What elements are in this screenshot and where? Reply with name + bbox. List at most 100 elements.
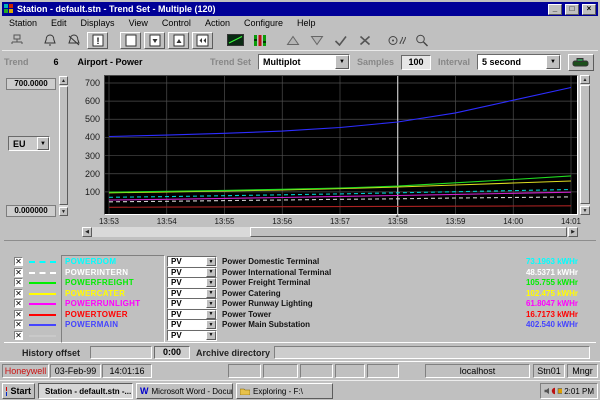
pen-checkbox[interactable]: ✕	[14, 331, 23, 340]
chevron-down-icon[interactable]: ▼	[206, 268, 216, 277]
search-button[interactable]	[411, 32, 432, 49]
menu-item-displays[interactable]: Displays	[74, 18, 122, 28]
screen: Station - default.stn - Trend Set - Mult…	[0, 0, 600, 400]
scroll-right-button[interactable]: ▶	[568, 227, 578, 237]
range-scrollbar[interactable]: ▲ ▼	[59, 76, 68, 216]
parameter-select[interactable]: PV ▼	[167, 277, 217, 288]
interval-select[interactable]: 5 second ▼	[477, 54, 561, 70]
table-row: ✕ POWERTOWER PV▼ Power Tower 16.7173 kWH…	[0, 310, 600, 320]
chevron-down-icon[interactable]: ▼	[206, 257, 216, 266]
pen-checkbox[interactable]: ✕	[14, 299, 23, 308]
chevron-down-icon[interactable]: ▼	[37, 137, 49, 150]
menu-item-action[interactable]: Action	[198, 18, 237, 28]
accept-button[interactable]	[330, 32, 351, 49]
status-cell-empty	[335, 364, 365, 378]
chevron-down-icon[interactable]: ▼	[206, 320, 216, 329]
scrollbar-thumb[interactable]	[580, 85, 590, 204]
chevron-down-icon[interactable]: ▼	[206, 278, 216, 287]
taskbar-task-station[interactable]: Station - default.stn -...	[38, 383, 133, 399]
history-offset-value[interactable]: 0:00	[154, 346, 190, 359]
point-id-text[interactable]: POWERTOWER	[65, 310, 128, 319]
pen-checkbox[interactable]: ✕	[14, 278, 23, 287]
console-button[interactable]	[387, 32, 408, 49]
range-min-field[interactable]: 0.000000	[6, 205, 56, 217]
maximize-button[interactable]: □	[565, 4, 579, 15]
point-id-text[interactable]: POWERCATER	[65, 289, 125, 298]
chart-plot[interactable]	[105, 76, 577, 214]
network-button[interactable]	[6, 32, 27, 49]
alarm-silence-button[interactable]	[63, 32, 84, 49]
close-button[interactable]: ×	[582, 4, 596, 15]
pen-sample	[29, 303, 56, 305]
trend-tool-icon	[572, 57, 591, 68]
point-id-text[interactable]: POWERDOM	[65, 257, 116, 266]
chart-horizontal-scrollbar[interactable]: ◀ ▶	[82, 227, 578, 237]
cancel-button[interactable]	[354, 32, 375, 49]
parameter-select[interactable]: PV ▼	[167, 288, 217, 299]
taskbar-task-exploring[interactable]: Exploring - F:\	[236, 383, 333, 399]
volume-icon[interactable]	[544, 387, 549, 395]
range-max-field[interactable]: 700.0000	[6, 78, 56, 90]
start-button[interactable]: Start	[2, 383, 35, 399]
point-id-text[interactable]: POWERFREIGHT	[65, 278, 134, 287]
menu-item-view[interactable]: View	[122, 18, 155, 28]
parameter-select[interactable]: PV▼	[167, 267, 217, 278]
page-back-button[interactable]	[192, 32, 213, 49]
scroll-down-button[interactable]: ▼	[59, 207, 68, 216]
trend-set-select[interactable]: Multiplot ▼	[258, 54, 350, 70]
group-display-button[interactable]	[249, 32, 270, 49]
history-offset-input[interactable]	[90, 346, 152, 359]
trend-display-button[interactable]	[225, 32, 246, 49]
parameter-select[interactable]: PV▼	[167, 298, 217, 309]
message-summary-button[interactable]: !	[87, 32, 108, 49]
menu-item-configure[interactable]: Configure	[237, 18, 290, 28]
scroll-left-button[interactable]: ◀	[82, 227, 92, 237]
scrollbar-thumb[interactable]	[250, 227, 567, 237]
y-axis-label: 300	[72, 151, 100, 161]
scroll-up-button[interactable]: ▲	[59, 76, 68, 85]
tray-app-icon[interactable]	[551, 387, 556, 395]
raise-button[interactable]	[282, 32, 303, 49]
chevron-down-icon[interactable]: ▼	[206, 331, 216, 340]
pen-checkbox[interactable]: ✕	[14, 268, 23, 277]
minimize-button[interactable]: _	[548, 4, 562, 15]
chevron-down-icon[interactable]: ▼	[335, 55, 349, 69]
page-up-button[interactable]	[168, 32, 189, 49]
parameter-select[interactable]: PV▼	[167, 319, 217, 330]
chevron-down-icon[interactable]: ▼	[206, 289, 216, 298]
trend-display-icon	[227, 34, 244, 46]
pen-checkbox[interactable]: ✕	[14, 257, 23, 266]
trend-tool-button[interactable]	[568, 54, 594, 71]
pen-checkbox[interactable]: ✕	[14, 289, 23, 298]
parameter-value: PV	[171, 278, 182, 287]
pen-checkbox[interactable]: ✕	[14, 310, 23, 319]
alarm-button[interactable]	[39, 32, 60, 49]
point-id-text[interactable]: POWERRUNLIGHT	[65, 299, 140, 308]
lower-button[interactable]	[306, 32, 327, 49]
parameter-select[interactable]: PV▼	[167, 330, 217, 341]
chart-vertical-scrollbar[interactable]: ▲ ▼	[580, 75, 590, 215]
page-button[interactable]	[120, 32, 141, 49]
chevron-down-icon[interactable]: ▼	[546, 55, 560, 69]
tray-input-icon[interactable]	[557, 387, 562, 395]
scrollbar-thumb[interactable]	[59, 86, 68, 205]
samples-input[interactable]: 100	[401, 55, 431, 70]
taskbar-task-word[interactable]: W Microsoft Word - Document...	[136, 383, 233, 399]
scroll-up-button[interactable]: ▲	[580, 75, 590, 84]
chevron-down-icon[interactable]: ▼	[206, 299, 216, 308]
pen-checkbox[interactable]: ✕	[14, 320, 23, 329]
point-id-text[interactable]: POWERMAIN	[65, 320, 118, 329]
chevron-down-icon[interactable]: ▼	[206, 310, 216, 319]
parameter-select[interactable]: PV▼	[167, 256, 217, 267]
scroll-down-button[interactable]: ▼	[580, 206, 590, 215]
parameter-select[interactable]: PV▼	[167, 309, 217, 320]
point-id-text[interactable]: POWERINTERN	[65, 268, 128, 277]
page-down-button[interactable]	[144, 32, 165, 49]
menu-item-station[interactable]: Station	[2, 18, 44, 28]
menu-item-edit[interactable]: Edit	[44, 18, 74, 28]
unit-select[interactable]: EU ▼	[8, 136, 50, 151]
parameter-value: PV	[171, 289, 182, 298]
menu-item-help[interactable]: Help	[290, 18, 323, 28]
menu-item-control[interactable]: Control	[155, 18, 198, 28]
archive-directory-input[interactable]	[274, 346, 590, 359]
